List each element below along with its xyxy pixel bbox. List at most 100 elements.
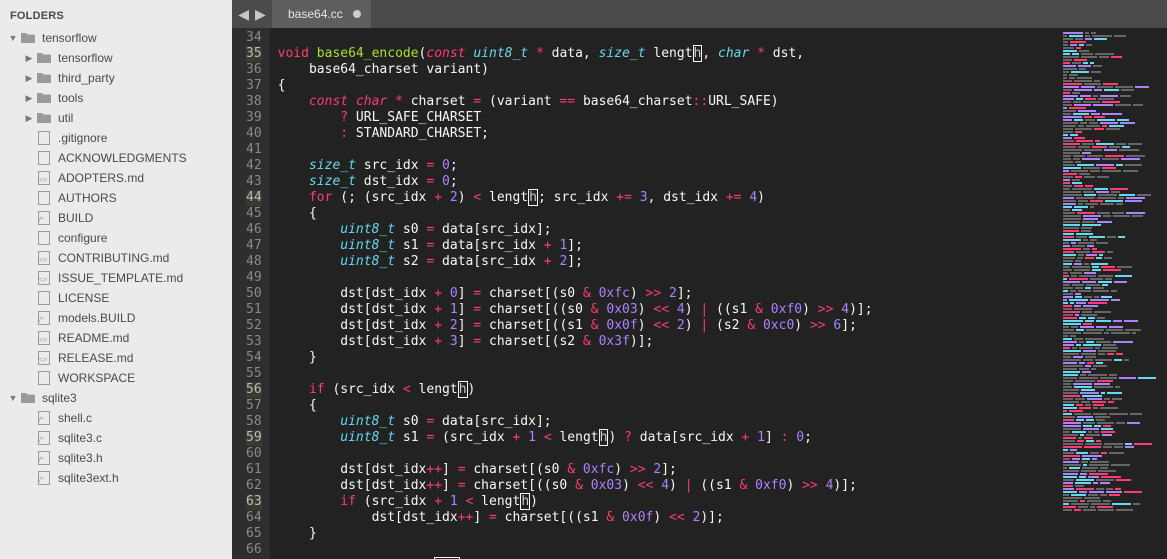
line-number[interactable]: 66 [246,542,262,558]
code-line[interactable] [278,30,1057,46]
code-line[interactable]: uint8_t s1 = (src_idx + 1 < length) ? da… [278,430,1057,446]
folder-third_party[interactable]: ▶ third_party [0,68,232,88]
line-number[interactable]: 38 [246,94,262,110]
line-number[interactable]: 45 [246,206,262,222]
line-number[interactable]: 54 [246,350,262,366]
code-line[interactable]: if (src_idx < length) [278,382,1057,398]
code-line[interactable] [278,446,1057,462]
line-number[interactable]: 52 [246,318,262,334]
folder-util[interactable]: ▶ util [0,108,232,128]
code-line[interactable]: ? URL_SAFE_CHARSET [278,110,1057,126]
file-WORKSPACE[interactable]: WORKSPACE [0,368,232,388]
file-sqlite3.h[interactable]: /* sqlite3.h [0,448,232,468]
folder-tensorflow[interactable]: ▶ tensorflow [0,48,232,68]
code-line[interactable]: if (src_idx + 1 < length) [278,494,1057,510]
file-sqlite3ext.h[interactable]: /* sqlite3ext.h [0,468,232,488]
line-number[interactable]: 64 [246,510,262,526]
code-line[interactable]: uint8_t s2 = data[src_idx + 2]; [278,254,1057,270]
code-line[interactable]: const char * charset = (variant == base6… [278,94,1057,110]
gutter[interactable]: 3435363738394041424344454647484950515253… [232,28,270,559]
code-line[interactable]: dst[dst_idx++] = charset[((s1 & 0x0f) <<… [278,510,1057,526]
code-line[interactable]: } [278,526,1057,542]
file-configure[interactable]: configure [0,228,232,248]
code-line[interactable]: void base64_encode(const uint8_t * data,… [278,46,1057,62]
file-sqlite3.c[interactable]: /* sqlite3.c [0,428,232,448]
code-line[interactable] [278,542,1057,558]
file-models.BUILD[interactable]: /* models.BUILD [0,308,232,328]
code-line[interactable] [278,366,1057,382]
code-line[interactable]: uint8_t s0 = data[src_idx]; [278,222,1057,238]
back-icon[interactable]: ◀ [238,6,249,23]
line-number[interactable]: 41 [246,142,262,158]
code-line[interactable]: { [278,206,1057,222]
code-line[interactable]: dst[dst_idx + 1] = charset[((s0 & 0x03) … [278,302,1057,318]
code-line[interactable]: : STANDARD_CHARSET; [278,126,1057,142]
code-line[interactable]: size_t dst_idx = 0; [278,174,1057,190]
file-CONTRIBUTING.md[interactable]: <> CONTRIBUTING.md [0,248,232,268]
code-line[interactable]: dst[dst_idx + 0] = charset[(s0 & 0xfc) >… [278,286,1057,302]
file-AUTHORS[interactable]: AUTHORS [0,188,232,208]
file-shell.c[interactable]: /* shell.c [0,408,232,428]
file-.gitignore[interactable]: .gitignore [0,128,232,148]
editor[interactable]: 3435363738394041424344454647484950515253… [232,28,1167,559]
tabbar: ◀ ▶ base64.cc [232,0,1167,28]
code-area[interactable]: void base64_encode(const uint8_t * data,… [270,28,1057,559]
file-BUILD[interactable]: /* BUILD [0,208,232,228]
code-line[interactable] [278,142,1057,158]
file-ACKNOWLEDGMENTS[interactable]: ACKNOWLEDGMENTS [0,148,232,168]
code-line[interactable]: size_t src_idx = 0; [278,158,1057,174]
line-number[interactable]: 51 [246,302,262,318]
line-number[interactable]: 61 [246,462,262,478]
code-line[interactable]: base64_charset variant) [278,62,1057,78]
line-number[interactable]: 37 [246,78,262,94]
line-number[interactable]: 48 [246,254,262,270]
code-line[interactable] [278,270,1057,286]
line-number[interactable]: 63 [246,494,262,510]
tab-history-nav[interactable]: ◀ ▶ [232,0,272,28]
minimap[interactable] [1057,28,1167,559]
code-line[interactable]: dst[dst_idx + 2] = charset[((s1 & 0x0f) … [278,318,1057,334]
line-number[interactable]: 40 [246,126,262,142]
line-number[interactable]: 65 [246,526,262,542]
line-number[interactable]: 46 [246,222,262,238]
line-number[interactable]: 58 [246,414,262,430]
code-line[interactable]: dst[dst_idx + 3] = charset[(s2 & 0x3f)]; [278,334,1057,350]
line-number[interactable]: 43 [246,174,262,190]
file-ISSUE_TEMPLATE.md[interactable]: <> ISSUE_TEMPLATE.md [0,268,232,288]
line-number[interactable]: 47 [246,238,262,254]
code-line[interactable]: { [278,398,1057,414]
line-number[interactable]: 42 [246,158,262,174]
tab-active[interactable]: base64.cc [272,0,371,28]
code-line[interactable]: uint8_t s1 = data[src_idx + 1]; [278,238,1057,254]
code-line[interactable]: uint8_t s0 = data[src_idx]; [278,414,1057,430]
line-number[interactable]: 39 [246,110,262,126]
line-number[interactable]: 62 [246,478,262,494]
line-number[interactable]: 50 [246,286,262,302]
line-number[interactable]: 35 [246,46,262,62]
line-number[interactable]: 44 [246,190,262,206]
line-number[interactable]: 53 [246,334,262,350]
folder-sqlite3[interactable]: ▼ sqlite3 [0,388,232,408]
line-number[interactable]: 57 [246,398,262,414]
file-ADOPTERS.md[interactable]: <> ADOPTERS.md [0,168,232,188]
code-line[interactable]: dst[dst_idx++] = charset[((s0 & 0x03) <<… [278,478,1057,494]
folder-tensorflow[interactable]: ▼ tensorflow [0,28,232,48]
forward-icon[interactable]: ▶ [255,6,266,23]
line-number[interactable]: 59 [246,430,262,446]
line-number[interactable]: 36 [246,62,262,78]
tree-label: WORKSPACE [58,371,135,385]
code-line[interactable]: } [278,350,1057,366]
line-number[interactable]: 55 [246,366,262,382]
code-line[interactable]: { [278,78,1057,94]
code-line[interactable]: for (; (src_idx + 2) < length; src_idx +… [278,190,1057,206]
file-README.md[interactable]: <> README.md [0,328,232,348]
line-number[interactable]: 56 [246,382,262,398]
line-number[interactable]: 60 [246,446,262,462]
line-number[interactable]: 49 [246,270,262,286]
file-LICENSE[interactable]: LICENSE [0,288,232,308]
tree-label: README.md [58,331,129,345]
file-RELEASE.md[interactable]: <> RELEASE.md [0,348,232,368]
line-number[interactable]: 34 [246,30,262,46]
code-line[interactable]: dst[dst_idx++] = charset[(s0 & 0xfc) >> … [278,462,1057,478]
folder-tools[interactable]: ▶ tools [0,88,232,108]
